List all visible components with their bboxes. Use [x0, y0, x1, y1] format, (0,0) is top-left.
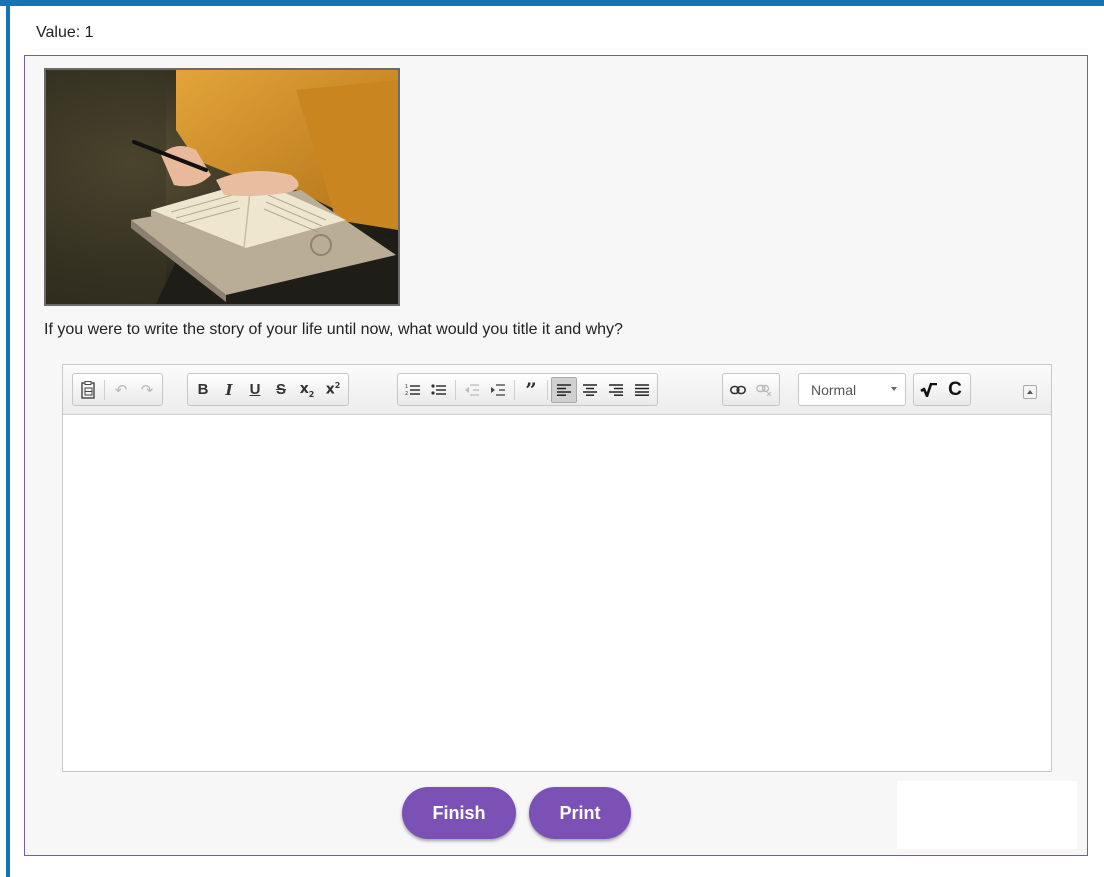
align-right-icon[interactable]	[603, 377, 629, 403]
outdent-icon[interactable]	[459, 377, 485, 403]
undo-icon[interactable]: ↶	[108, 377, 134, 403]
justify-icon[interactable]	[629, 377, 655, 403]
unlink-icon[interactable]	[751, 377, 777, 403]
bold-icon[interactable]: B	[190, 377, 216, 403]
editor-toolbar: ↶ ↷ B I U S x2 x2 12 ” Normal C	[63, 365, 1051, 415]
chemistry-icon[interactable]: C	[942, 377, 968, 403]
math-sqrt-icon[interactable]	[916, 377, 942, 403]
superscript-icon[interactable]: x2	[320, 377, 346, 403]
align-left-icon[interactable]	[551, 376, 577, 403]
toolbar-group-links	[722, 373, 780, 406]
format-select[interactable]: Normal	[798, 373, 906, 406]
question-text: If you were to write the story of your l…	[44, 321, 623, 338]
finish-button[interactable]: Finish	[402, 787, 516, 839]
print-button[interactable]: Print	[529, 787, 631, 839]
question-panel: If you were to write the story of your l…	[24, 55, 1088, 856]
svg-text:2: 2	[405, 391, 408, 397]
toolbar-group-basicstyles: B I U S x2 x2	[187, 373, 349, 406]
svg-text:1: 1	[405, 384, 408, 390]
chevron-down-icon	[891, 387, 897, 391]
editor-content-area[interactable]	[63, 416, 1051, 771]
italic-icon[interactable]: I	[216, 377, 242, 403]
toolbar-group-clipboard: ↶ ↷	[72, 373, 163, 406]
value-label: Value: 1	[36, 24, 94, 41]
redo-icon[interactable]: ↷	[134, 377, 160, 403]
frame-top-border	[0, 0, 1104, 6]
indent-icon[interactable]	[485, 377, 511, 403]
align-center-icon[interactable]	[577, 377, 603, 403]
numbered-list-icon[interactable]: 12	[400, 377, 426, 403]
underline-icon[interactable]: U	[242, 377, 268, 403]
toolbar-group-paragraph: 12 ”	[397, 373, 658, 406]
question-photo	[44, 68, 400, 306]
strikethrough-icon[interactable]: S	[268, 377, 294, 403]
subscript-icon[interactable]: x2	[294, 377, 320, 403]
frame-left-border	[6, 6, 10, 877]
collapse-toolbar-icon[interactable]	[1023, 385, 1037, 399]
bulleted-list-icon[interactable]	[426, 377, 452, 403]
format-select-value: Normal	[811, 381, 857, 398]
blank-area	[897, 781, 1077, 849]
rich-text-editor: ↶ ↷ B I U S x2 x2 12 ” Normal C	[62, 364, 1052, 772]
paste-icon[interactable]	[75, 377, 101, 403]
link-icon[interactable]	[725, 377, 751, 403]
blockquote-icon[interactable]: ”	[518, 377, 544, 403]
toolbar-group-math: C	[913, 373, 971, 406]
